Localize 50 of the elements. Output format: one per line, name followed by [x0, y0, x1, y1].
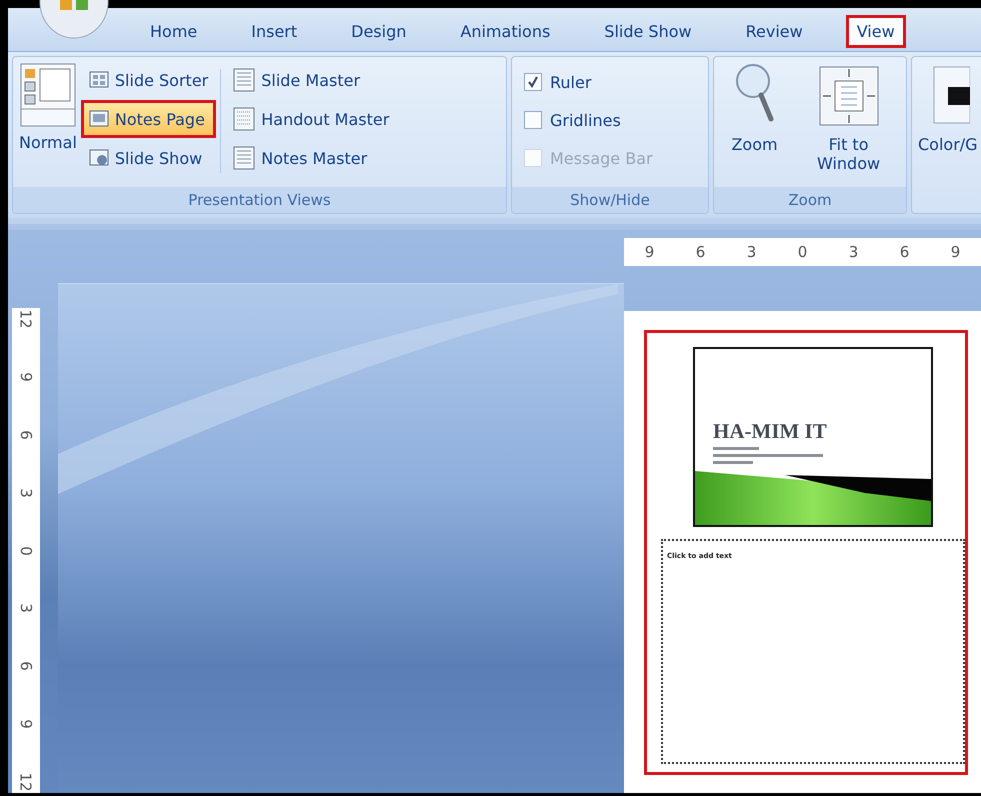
ribbon-tab[interactable]: Animations — [450, 16, 560, 47]
ribbon-tab[interactable]: Insert — [241, 16, 308, 47]
view-button[interactable]: Slide Show — [82, 141, 214, 175]
ruler-number: 3 — [17, 604, 35, 614]
ruler-number: 12 — [17, 309, 35, 329]
ribbon-tab[interactable]: View — [846, 16, 905, 47]
ruler-number: 9 — [644, 243, 654, 261]
ribbon-tab[interactable]: Slide Show — [594, 16, 702, 47]
group-label: Zoom — [714, 187, 906, 213]
ruler-number: 3 — [848, 243, 858, 261]
fit-to-window-button[interactable]: Fit to Window — [806, 63, 891, 187]
slide-title: HA-MIM IT — [713, 419, 828, 444]
master-view-button[interactable]: Handout Master — [227, 102, 396, 136]
ribbon-tab[interactable]: Home — [140, 16, 208, 47]
dotted-grid-icon — [233, 107, 256, 131]
group-label: Presentation Views — [13, 187, 506, 213]
ruler-number: 0 — [798, 243, 808, 261]
office-button[interactable] — [38, 0, 110, 40]
master-view-button[interactable]: Slide Master — [227, 63, 396, 97]
ruler-number: 6 — [17, 661, 35, 672]
normal-view-button[interactable]: Normal — [17, 63, 79, 187]
view-button[interactable]: Notes Page — [82, 102, 214, 136]
zoom-button[interactable]: Zoom — [729, 63, 780, 187]
ruler-number: 3 — [17, 488, 35, 498]
checkbox-option[interactable]: Ruler — [516, 63, 704, 101]
ruler-number: 9 — [950, 243, 960, 261]
view-button[interactable]: Slide Sorter — [82, 63, 214, 97]
ruler-number: 0 — [17, 546, 35, 556]
ruler-number: 9 — [17, 719, 35, 729]
ruler-number: 6 — [696, 243, 706, 261]
checkbox-option[interactable]: Gridlines — [516, 101, 704, 139]
normal-view-icon — [20, 63, 76, 127]
ribbon-tab[interactable]: Review — [736, 16, 813, 47]
ruler-number: 6 — [900, 243, 910, 261]
grid-icon — [88, 70, 109, 90]
ruler-number: 6 — [17, 430, 35, 440]
master-view-button[interactable]: Notes Master — [227, 141, 396, 175]
ruler-number: 3 — [746, 243, 756, 261]
ribbon-tab[interactable]: Design — [341, 16, 416, 47]
color-button[interactable]: Color/G — [916, 63, 980, 213]
checkbox[interactable] — [524, 111, 542, 129]
layout-icon — [233, 68, 256, 92]
ruler-number: 12 — [17, 772, 35, 792]
group-label: Show/Hide — [512, 187, 708, 213]
layout-icon — [233, 146, 256, 170]
slide-thumbnail[interactable]: HA-MIM IT — [693, 347, 933, 527]
ruler-number: 9 — [17, 372, 35, 382]
checkbox[interactable] — [524, 73, 542, 91]
slideshow-icon — [88, 148, 109, 168]
notes-page-icon — [88, 109, 109, 129]
